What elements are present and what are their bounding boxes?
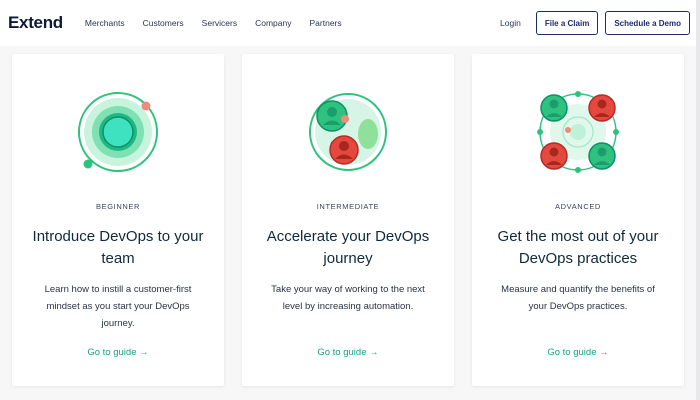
card-description: Take your way of working to the next lev… [271,284,425,312]
schedule-demo-button[interactable]: Schedule a Demo [605,11,690,35]
card-description: Learn how to instill a customer-first mi… [44,284,192,329]
guide-card-intermediate: INTERMEDIATE Accelerate your DevOps jour… [242,54,454,386]
extend-logo[interactable]: Extend [8,13,63,33]
card-description: Measure and quantify the benefits of you… [501,284,655,312]
nav-link-customers[interactable]: Customers [143,18,184,28]
advanced-illustration-icon [537,91,619,173]
level-label: ADVANCED [555,202,601,211]
top-navigation: Extend Merchants Customers Servicers Com… [0,0,700,46]
file-claim-button[interactable]: File a Claim [535,11,599,35]
scrollbar[interactable] [696,0,700,400]
beginner-illustration-icon [78,92,158,172]
guide-card-advanced: ADVANCED Get the most out of your DevOps… [472,54,684,386]
nav-link-company[interactable]: Company [255,18,291,28]
card-title: Accelerate your DevOps journey [266,228,430,267]
go-to-guide-link[interactable]: Go to guide → [242,347,454,358]
nav-link-merchants[interactable]: Merchants [85,18,125,28]
level-label: BEGINNER [96,202,140,211]
go-to-guide-link[interactable]: Go to guide → [12,347,224,358]
intermediate-illustration-icon [309,93,387,171]
go-to-guide-link[interactable]: Go to guide → [472,347,684,358]
card-title: Introduce DevOps to your team [32,228,204,267]
nav-link-partners[interactable]: Partners [310,18,342,28]
login-link[interactable]: Login [500,18,521,28]
card-title: Get the most out of your DevOps practice… [497,228,659,267]
level-label: INTERMEDIATE [316,202,380,211]
guide-card-beginner: BEGINNER Introduce DevOps to your team L… [12,54,224,386]
nav-link-servicers[interactable]: Servicers [202,18,237,28]
